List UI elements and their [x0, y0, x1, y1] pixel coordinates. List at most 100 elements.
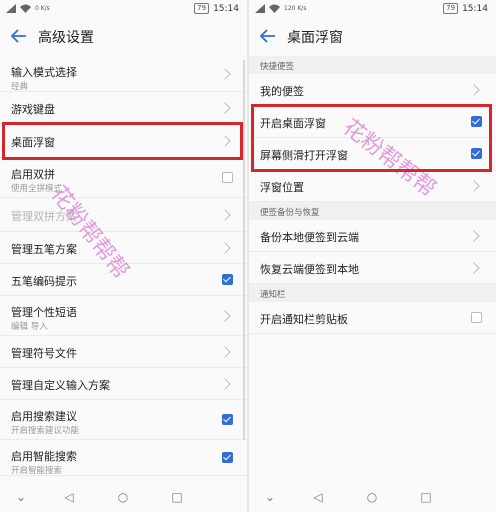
- item-label: 启用双拼: [11, 168, 55, 181]
- checkbox-icon[interactable]: [471, 312, 482, 323]
- nav-down-icon[interactable]: ⌄: [263, 490, 277, 504]
- nav-recents-icon[interactable]: □: [170, 490, 184, 504]
- scrollbar[interactable]: [243, 60, 245, 440]
- battery-indicator: 79: [194, 3, 210, 14]
- list-item[interactable]: 管理个性短语 编辑 导入: [0, 296, 247, 336]
- nav-home-icon[interactable]: ○: [365, 490, 379, 504]
- list-item[interactable]: 启用搜索建议 开启搜索建议功能: [0, 400, 247, 440]
- settings-list: 输入模式选择 经典游戏键盘桌面浮窗启用双拼使用全拼模式管理双拼方案 管理五笔方案 五笔…: [0, 56, 247, 476]
- item-label: 我的便签: [260, 85, 304, 98]
- list-item[interactable]: 恢复云端便签到本地: [249, 252, 496, 284]
- settings-list: 快捷便签我的便签开启桌面浮窗屏幕侧滑打开浮窗 浮窗位置便签备份与恢复备份本地便签到…: [249, 56, 496, 334]
- list-item[interactable]: 浮窗位置: [249, 170, 496, 202]
- wifi-icon: [269, 4, 280, 13]
- list-item[interactable]: 屏幕侧滑打开浮窗: [249, 138, 496, 170]
- item-label: 开启桌面浮窗: [260, 117, 326, 130]
- chevron-right-icon: [219, 135, 231, 147]
- list-item[interactable]: 管理符号文件: [0, 336, 247, 368]
- section-header-label: 快捷便签: [260, 62, 295, 72]
- checkbox-icon[interactable]: [222, 452, 233, 463]
- section-header-label: 通知栏: [260, 290, 286, 300]
- checkbox-icon[interactable]: [222, 172, 233, 183]
- list-item[interactable]: 输入模式选择 经典: [0, 56, 247, 92]
- back-arrow-icon[interactable]: [10, 27, 28, 45]
- checkbox-icon[interactable]: [471, 148, 482, 159]
- chevron-right-icon: [219, 378, 231, 390]
- chevron-right-icon: [219, 102, 231, 114]
- status-bar: 120 K/s 79 15:14: [249, 0, 496, 18]
- net-speed: 0 K/s: [35, 5, 50, 12]
- list-item[interactable]: 我的便签: [249, 74, 496, 106]
- list-item[interactable]: 游戏键盘: [0, 92, 247, 124]
- list-item[interactable]: 管理双拼方案: [0, 198, 247, 232]
- list-item[interactable]: 桌面浮窗: [0, 124, 247, 158]
- item-label: 恢复云端便签到本地: [260, 263, 359, 276]
- chevron-right-icon: [468, 180, 480, 192]
- item-label: 管理五笔方案: [11, 243, 77, 256]
- list-item[interactable]: 管理自定义输入方案: [0, 368, 247, 400]
- chevron-right-icon: [219, 310, 231, 322]
- item-label: 管理符号文件: [11, 347, 77, 360]
- section-header: 通知栏: [249, 284, 496, 302]
- nav-home-icon[interactable]: ○: [116, 490, 130, 504]
- nav-recents-icon[interactable]: □: [419, 490, 433, 504]
- page-title: 高级设置: [38, 30, 94, 46]
- item-label: 管理个性短语: [11, 306, 77, 319]
- item-label: 开启通知栏剪贴板: [260, 313, 348, 326]
- item-subtitle: 编辑 导入: [11, 322, 48, 332]
- section-header-label: 便签备份与恢复: [260, 208, 320, 218]
- clock: 15:14: [213, 3, 239, 14]
- item-label: 浮窗位置: [260, 181, 304, 194]
- back-arrow-icon[interactable]: [259, 27, 277, 45]
- right-screen: 120 K/s 79 15:14 桌面浮窗 快捷便签我的便签开启桌面浮窗屏幕侧滑…: [249, 0, 496, 512]
- checkbox-icon[interactable]: [222, 274, 233, 285]
- nav-back-icon[interactable]: ◁: [62, 490, 76, 504]
- battery-indicator: 79: [443, 3, 459, 14]
- list-item[interactable]: 开启通知栏剪贴板: [249, 302, 496, 334]
- checkbox-icon[interactable]: [222, 414, 233, 425]
- signal-icon: [6, 4, 16, 13]
- list-item[interactable]: 启用双拼使用全拼模式: [0, 158, 247, 198]
- item-label: 启用智能搜索: [11, 450, 77, 463]
- nav-bar: ⌄ ◁ ○ □: [0, 482, 247, 512]
- chevron-right-icon: [219, 242, 231, 254]
- nav-bar: ⌄ ◁ ○ □: [249, 482, 496, 512]
- chevron-right-icon: [468, 84, 480, 96]
- item-subtitle: 开启搜索建议功能: [11, 426, 80, 436]
- chevron-right-icon: [219, 346, 231, 358]
- list-item[interactable]: 开启桌面浮窗: [249, 106, 496, 138]
- list-item[interactable]: 启用智能搜索 开启智能搜索: [0, 440, 247, 476]
- list-item[interactable]: 管理五笔方案: [0, 232, 247, 264]
- item-label: 五笔编码提示: [11, 275, 77, 288]
- item-label: 游戏键盘: [11, 103, 55, 116]
- chevron-right-icon: [219, 68, 231, 80]
- status-bar: 0 K/s 79 15:14: [0, 0, 247, 18]
- section-header: 快捷便签: [249, 56, 496, 74]
- item-subtitle: 使用全拼模式: [11, 184, 63, 194]
- item-label: 输入模式选择: [11, 66, 77, 79]
- item-label: 桌面浮窗: [11, 136, 55, 149]
- title-bar: 桌面浮窗: [249, 18, 496, 56]
- title-bar: 高级设置: [0, 18, 247, 56]
- item-label: 管理双拼方案: [11, 210, 77, 223]
- wifi-icon: [20, 4, 31, 13]
- list-item[interactable]: 备份本地便签到云端: [249, 220, 496, 252]
- list-item[interactable]: 五笔编码提示: [0, 264, 247, 296]
- left-screen: 0 K/s 79 15:14 高级设置 输入模式选择 经典游戏键盘桌面浮窗启用双拼…: [0, 0, 247, 512]
- item-label: 启用搜索建议: [11, 410, 77, 423]
- clock: 15:14: [462, 3, 488, 14]
- item-label: 屏幕侧滑打开浮窗: [260, 149, 348, 162]
- nav-down-icon[interactable]: ⌄: [14, 490, 28, 504]
- checkbox-icon[interactable]: [471, 116, 482, 127]
- chevron-right-icon: [219, 209, 231, 221]
- section-header: 便签备份与恢复: [249, 202, 496, 220]
- chevron-right-icon: [468, 230, 480, 242]
- item-subtitle: 开启智能搜索: [11, 466, 63, 476]
- item-label: 管理自定义输入方案: [11, 379, 110, 392]
- item-label: 备份本地便签到云端: [260, 231, 359, 244]
- page-title: 桌面浮窗: [287, 30, 343, 46]
- chevron-right-icon: [468, 262, 480, 274]
- item-subtitle: 经典: [11, 82, 29, 92]
- nav-back-icon[interactable]: ◁: [311, 490, 325, 504]
- net-speed: 120 K/s: [284, 5, 307, 12]
